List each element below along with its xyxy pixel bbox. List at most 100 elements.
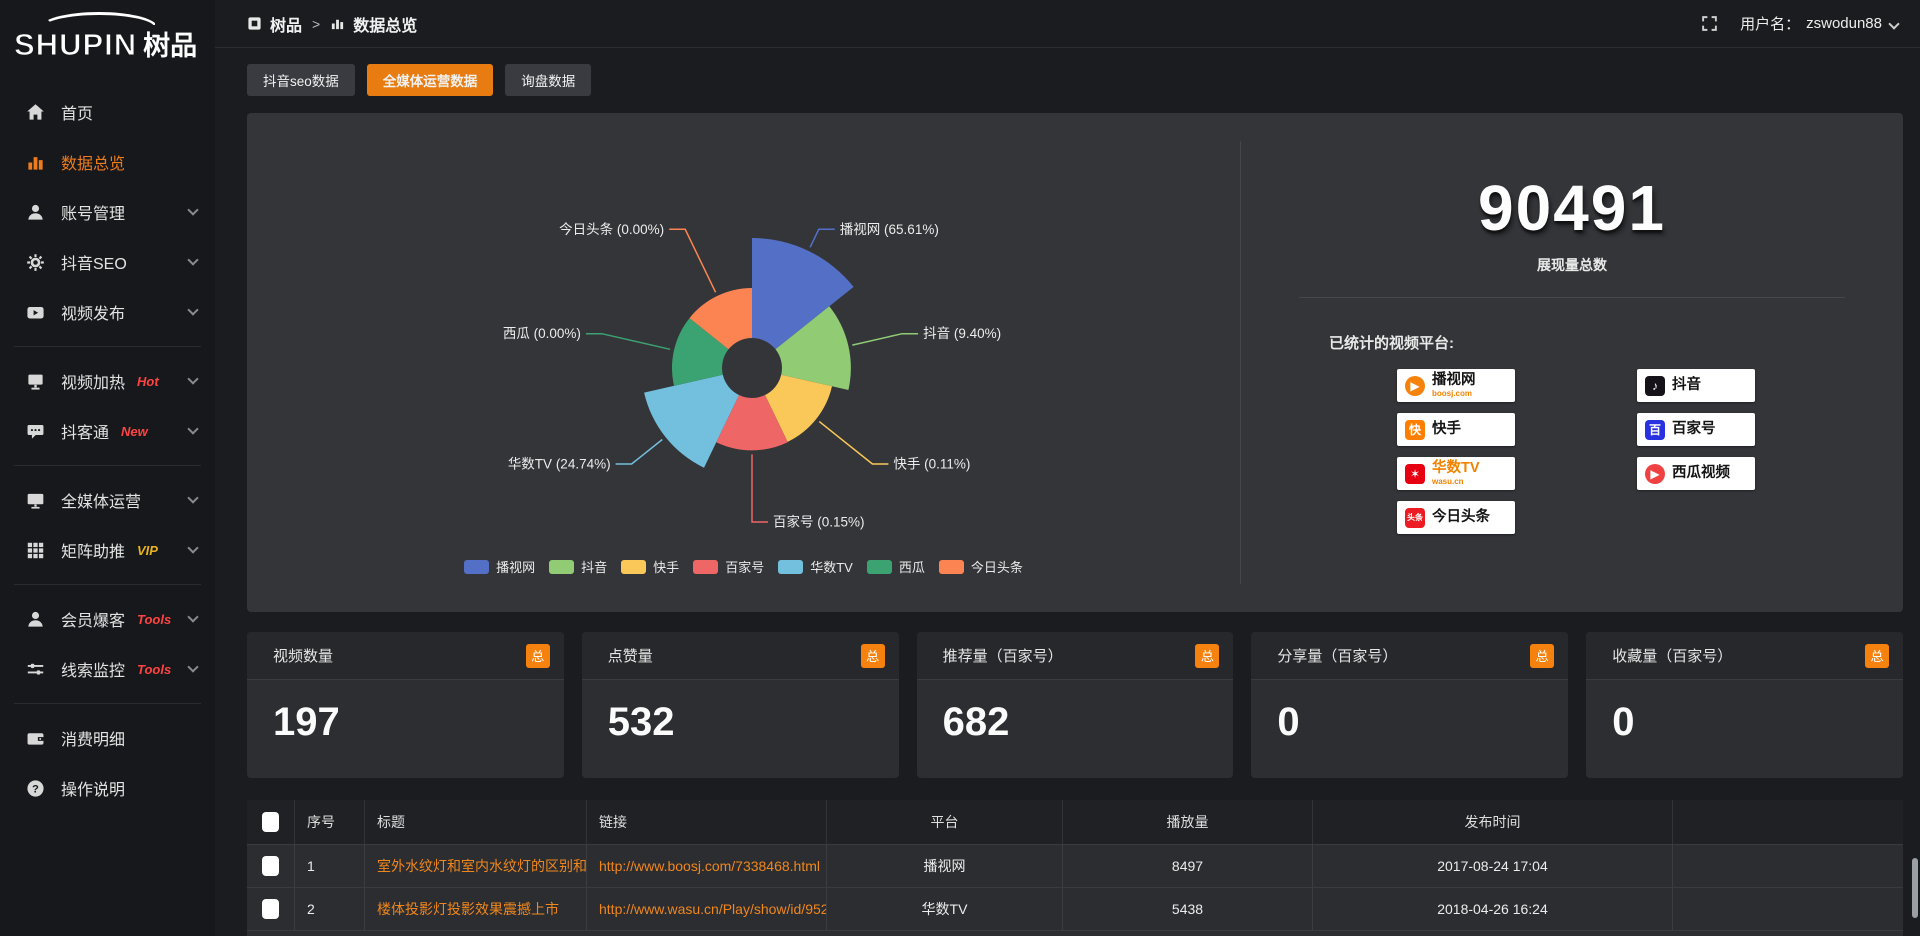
brand-square-icon: [247, 16, 262, 31]
chart-legend: 播视网 抖音快手 百家号 华数TV 西瓜今日头条: [247, 557, 1240, 576]
platform-name: 快手: [1432, 422, 1461, 437]
sidebar-item-member-baoke[interactable]: 会员爆客Tools: [0, 594, 215, 644]
cell-link[interactable]: http://www.wasu.cn/Play/show/id/952...: [587, 888, 827, 930]
sidebar-item-badge: VIP: [137, 543, 158, 558]
checkbox-cell: [247, 888, 295, 930]
breadcrumb: 树品 > 数据总览: [247, 12, 417, 36]
legend-item-今日头条[interactable]: 今日头条: [939, 557, 1023, 576]
legend-swatch: [939, 560, 964, 574]
cell-filler: [1673, 845, 1903, 887]
sidebar-item-omni-media[interactable]: 全媒体运营: [0, 475, 215, 525]
stat-card-2: 推荐量（百家号）总682: [917, 632, 1234, 778]
chevron-down-icon: [187, 254, 198, 265]
sidebar-divider: [14, 703, 201, 704]
stat-card-label: 收藏量（百家号）: [1612, 645, 1732, 666]
user-icon: [26, 203, 45, 222]
sidebar-item-video-publish[interactable]: 视频发布: [0, 287, 215, 337]
breadcrumb-home[interactable]: 树品: [270, 12, 302, 36]
pie-label-line: [752, 454, 768, 522]
summary-area: 90491 展现量总数 已统计的视频平台: ▶播视网boosj.com♪抖音快快…: [1241, 113, 1903, 612]
fullscreen-icon[interactable]: [1701, 15, 1718, 32]
table-row-0[interactable]: 1室外水纹灯和室内水纹灯的区别和简介http://www.boosj.com/7…: [247, 844, 1903, 887]
legend-swatch: [621, 560, 646, 574]
legend-item-抖音[interactable]: 抖音: [549, 557, 607, 576]
pie-label: 快手 (0.11%): [893, 457, 970, 472]
total-badge[interactable]: 总: [1865, 644, 1889, 668]
legend-swatch: [549, 560, 574, 574]
platform-badge-百家号: 百百家号: [1637, 413, 1755, 446]
cell-plays: 8497: [1063, 845, 1313, 887]
total-badge[interactable]: 总: [526, 644, 550, 668]
cell-title[interactable]: 楼体投影灯投影效果震撼上市: [365, 888, 587, 930]
platform-logo-icon: 头条: [1405, 508, 1425, 528]
row-checkbox[interactable]: [262, 899, 279, 919]
stat-card-header: 分享量（百家号）总: [1251, 632, 1568, 680]
total-badge[interactable]: 总: [1195, 644, 1219, 668]
row-checkbox[interactable]: [262, 812, 279, 832]
sidebar-item-clue-monitor[interactable]: 线索监控Tools: [0, 644, 215, 694]
cell-time: 2017-08-24 17:04: [1313, 845, 1673, 887]
page-scrollbar[interactable]: [1912, 858, 1918, 918]
sidebar-item-video-heating[interactable]: 视频加热Hot: [0, 356, 215, 406]
chevron-down-icon: [187, 304, 198, 315]
sidebar-item-operation-guide[interactable]: ? 操作说明: [0, 763, 215, 813]
stat-card-1: 点赞量总532: [582, 632, 899, 778]
legend-item-百家号[interactable]: 百家号: [693, 557, 764, 576]
column-header-4: 播放量: [1063, 800, 1313, 844]
grid-icon: [26, 541, 45, 560]
user-menu[interactable]: 用户名： zswodun88: [1740, 13, 1898, 34]
column-header-filler: [1673, 800, 1903, 844]
tab-1[interactable]: 全媒体运营数据: [367, 64, 494, 96]
sidebar-item-label: 操作说明: [61, 776, 125, 800]
legend-item-播视网[interactable]: 播视网: [464, 557, 535, 576]
sidebar-item-data-overview[interactable]: 数据总览: [0, 137, 215, 187]
tab-2[interactable]: 询盘数据: [505, 64, 591, 96]
legend-item-西瓜[interactable]: 西瓜: [867, 557, 925, 576]
chevron-down-icon: [187, 542, 198, 553]
tab-0[interactable]: 抖音seo数据: [247, 64, 355, 96]
chart-panel: 播视网 (65.61%)抖音 (9.40%)快手 (0.11%)百家号 (0.1…: [247, 113, 1903, 612]
sidebar-item-douyin-seo[interactable]: 抖音SEO: [0, 237, 215, 287]
total-badge[interactable]: 总: [1530, 644, 1554, 668]
sidebar-item-account-management[interactable]: 账号管理: [0, 187, 215, 237]
sidebar-item-label: 首页: [61, 100, 93, 124]
platform-name: 抖音: [1672, 378, 1701, 393]
pie-label: 西瓜 (0.00%): [503, 326, 581, 341]
sliders-icon: [26, 660, 45, 679]
pie-label: 华数TV (24.74%): [508, 457, 611, 472]
sidebar-item-douketong[interactable]: 抖客通New: [0, 406, 215, 456]
legend-item-华数TV[interactable]: 华数TV: [778, 557, 853, 576]
platform-logo-icon: 百: [1645, 420, 1665, 440]
sidebar-item-matrix-boost[interactable]: 矩阵助推VIP: [0, 525, 215, 575]
legend-label: 华数TV: [810, 557, 853, 576]
brand-logo: SHUPIN 树品: [0, 6, 215, 73]
legend-label: 抖音: [581, 557, 607, 576]
sidebar-item-consumption-detail[interactable]: 消费明细: [0, 713, 215, 763]
legend-label: 百家号: [725, 557, 764, 576]
legend-item-快手[interactable]: 快手: [621, 557, 679, 576]
pie-slice-华数TV[interactable]: [644, 375, 739, 468]
pie-label-line: [819, 422, 888, 464]
legend-label: 西瓜: [899, 557, 925, 576]
stat-card-value: 0: [1277, 700, 1568, 745]
username-label: 用户名：: [1740, 13, 1800, 34]
platform-badge-华数TV: ✶华数TVwasu.cn: [1397, 457, 1515, 490]
column-header-1: 标题: [365, 800, 587, 844]
stat-card-label: 视频数量: [273, 645, 333, 666]
cell-link[interactable]: http://www.boosj.com/7338468.html: [587, 845, 827, 887]
sidebar-item-label: 线索监控: [61, 657, 125, 681]
question-icon: ?: [26, 779, 45, 798]
breadcrumb-separator: >: [312, 16, 320, 32]
row-checkbox[interactable]: [262, 856, 279, 876]
total-badge[interactable]: 总: [861, 644, 885, 668]
platform-logo-icon: ▶: [1645, 464, 1665, 484]
table-row-partial[interactable]: [247, 930, 1903, 936]
sidebar-item-home[interactable]: 首页: [0, 87, 215, 137]
table-row-1[interactable]: 2楼体投影灯投影效果震撼上市http://www.wasu.cn/Play/sh…: [247, 887, 1903, 930]
platform-badge-今日头条: 头条今日头条: [1397, 501, 1515, 534]
pie-label-line: [669, 229, 715, 292]
stat-card-header: 点赞量总: [582, 632, 899, 680]
total-impressions-label: 展现量总数: [1241, 255, 1903, 275]
stat-card-label: 推荐量（百家号）: [943, 645, 1063, 666]
cell-title[interactable]: 室外水纹灯和室内水纹灯的区别和简介: [365, 845, 587, 887]
